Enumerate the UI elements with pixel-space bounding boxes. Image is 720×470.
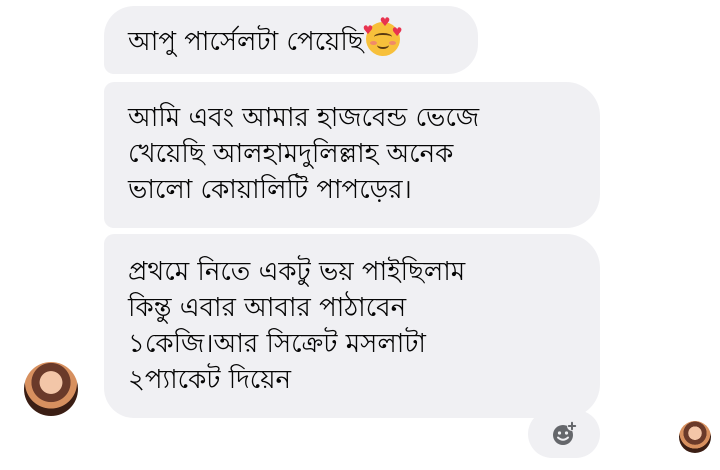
read-receipt-avatar — [679, 421, 711, 453]
message-text: ভালো কোয়ালিটি পাপড়ের। — [128, 175, 412, 205]
add-reaction-icon — [553, 421, 577, 445]
sender-avatar[interactable] — [24, 362, 78, 416]
message-text: আপু পার্সেলটা পেয়েছি ♥ ♥ ♥ — [128, 15, 403, 57]
message-bubble[interactable]: প্রথমে নিতে একটু ভয় পাইছিলাম কিন্তু এবা… — [104, 234, 600, 418]
add-reaction-button[interactable] — [528, 410, 600, 458]
message-text: আমি এবং আমার হাজবেন্ড ভেজে — [128, 103, 480, 133]
message-bubble[interactable]: আপু পার্সেলটা পেয়েছি ♥ ♥ ♥ — [104, 6, 478, 74]
smiling-face-with-hearts-icon: ♥ ♥ ♥ — [363, 16, 403, 56]
message-bubble[interactable]: আমি এবং আমার হাজবেন্ড ভেজে খেয়েছি আলহাম… — [104, 82, 600, 228]
message-text: ২প্যাকেট দিয়েন — [128, 365, 292, 395]
message-text: ১কেজি।আর সিক্রেট মসলাটা — [128, 329, 426, 359]
message-text: খেয়েছি আলহামদুলিল্লাহ অনেক — [128, 139, 454, 169]
message-text: প্রথমে নিতে একটু ভয় পাইছিলাম — [128, 257, 466, 287]
message-text: কিন্তু এবার আবার পাঠাবেন — [128, 293, 407, 323]
